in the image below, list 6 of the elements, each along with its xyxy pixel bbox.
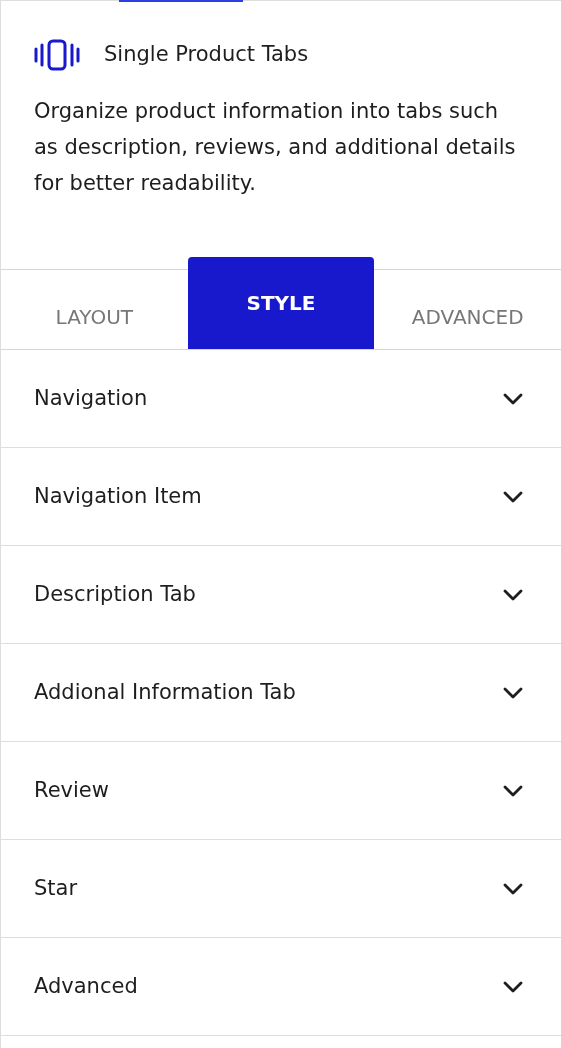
tab[interactable]: ADVANCED <box>374 270 561 349</box>
tab[interactable]: LAYOUT <box>1 270 188 349</box>
tab[interactable]: STYLE <box>187 257 375 349</box>
widget-description: Organize product information into tabs such as description, reviews, and additional details for better readability. <box>34 98 517 197</box>
vibrating-phone-icon <box>34 39 80 71</box>
widget-title: Single Product Tabs <box>104 41 309 69</box>
